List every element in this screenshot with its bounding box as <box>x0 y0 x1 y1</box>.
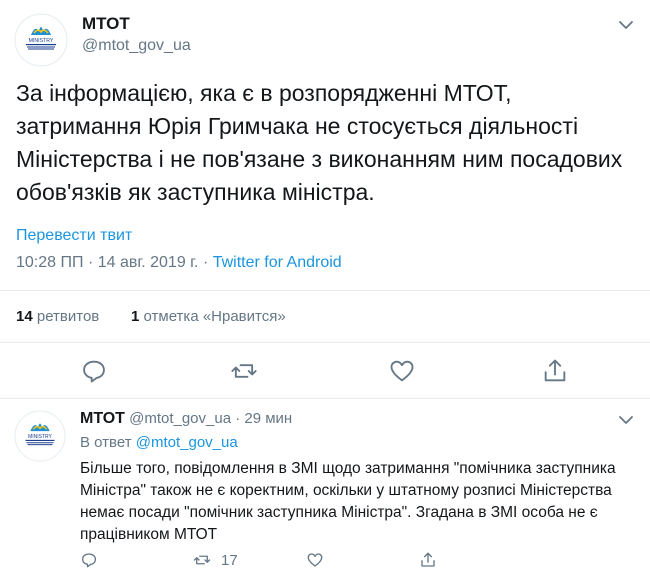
meta-separator: · <box>87 254 94 271</box>
in-reply-handle[interactable]: @mtot_gov_ua <box>136 434 238 451</box>
reply-text: Більше того, повідомлення в ЗМІ щодо зат… <box>80 460 616 543</box>
reply-author-name[interactable]: МТОТ <box>80 410 125 427</box>
likes-count: 1 <box>131 308 140 325</box>
logo-label: MINISTRY <box>28 434 52 440</box>
author-name[interactable]: МТОТ <box>82 14 130 34</box>
divider <box>0 398 650 399</box>
tweet-date[interactable]: 14 авг. 2019 г. <box>98 254 199 271</box>
reply-author-avatar[interactable]: MINISTRY <box>14 410 66 462</box>
divider <box>0 342 650 343</box>
author-handle[interactable]: @mtot_gov_ua <box>82 37 191 55</box>
reply-icon <box>83 360 105 383</box>
translate-link[interactable]: Перевести твит <box>16 227 132 245</box>
retweet-icon <box>231 364 257 378</box>
reply-retweet-count: 17 <box>221 551 238 569</box>
chevron-down-icon[interactable] <box>617 411 635 429</box>
share-icon <box>544 359 566 382</box>
reply-time-ago[interactable]: 29 мин <box>244 410 292 427</box>
tweet-metadata: 10:28 ПП · 14 авг. 2019 г. · Twitter for… <box>16 254 342 272</box>
share-icon <box>421 552 435 567</box>
reply-share-button[interactable] <box>419 550 447 570</box>
retweets-count: 14 <box>16 308 33 325</box>
logo-label: MINISTRY <box>29 38 54 44</box>
in-reply-label: В ответ <box>80 434 132 451</box>
retweet-icon <box>193 555 211 565</box>
retweet-stats[interactable]: 14 ретвитов <box>16 308 99 325</box>
like-button[interactable] <box>388 357 416 385</box>
meta-separator: · <box>202 254 209 271</box>
ministry-logo: MINISTRY <box>14 13 68 67</box>
reply-icon <box>81 553 97 568</box>
author-avatar[interactable]: MINISTRY <box>14 13 68 67</box>
retweet-button[interactable] <box>230 357 258 385</box>
in-reply-to: В ответ @mtot_gov_ua <box>80 434 238 451</box>
like-icon <box>390 360 414 382</box>
meta-separator: · <box>235 410 241 427</box>
tweet-text: За інформацією, яка є в розпорядженні МТ… <box>16 80 623 205</box>
tweet-time[interactable]: 10:28 ПП <box>16 254 83 271</box>
ministry-logo: MINISTRY <box>14 410 66 462</box>
share-button[interactable] <box>541 357 569 385</box>
divider <box>0 290 650 291</box>
reply-retweet-button[interactable]: 17 <box>193 550 238 570</box>
reply-like-button[interactable] <box>306 550 334 570</box>
tweet-source[interactable]: Twitter for Android <box>213 254 342 271</box>
chevron-down-icon[interactable] <box>617 16 635 34</box>
reply-header: МТОТ @mtot_gov_ua · 29 мин <box>80 410 292 428</box>
reply-author-handle[interactable]: @mtot_gov_ua <box>129 410 231 427</box>
retweets-label: ретвитов <box>36 308 100 325</box>
reply-button[interactable] <box>80 357 108 385</box>
likes-label: отметка «Нравится» <box>143 308 286 325</box>
reply-reply-button[interactable] <box>80 550 108 570</box>
like-icon <box>307 553 323 567</box>
like-stats[interactable]: 1 отметка «Нравится» <box>131 308 286 325</box>
